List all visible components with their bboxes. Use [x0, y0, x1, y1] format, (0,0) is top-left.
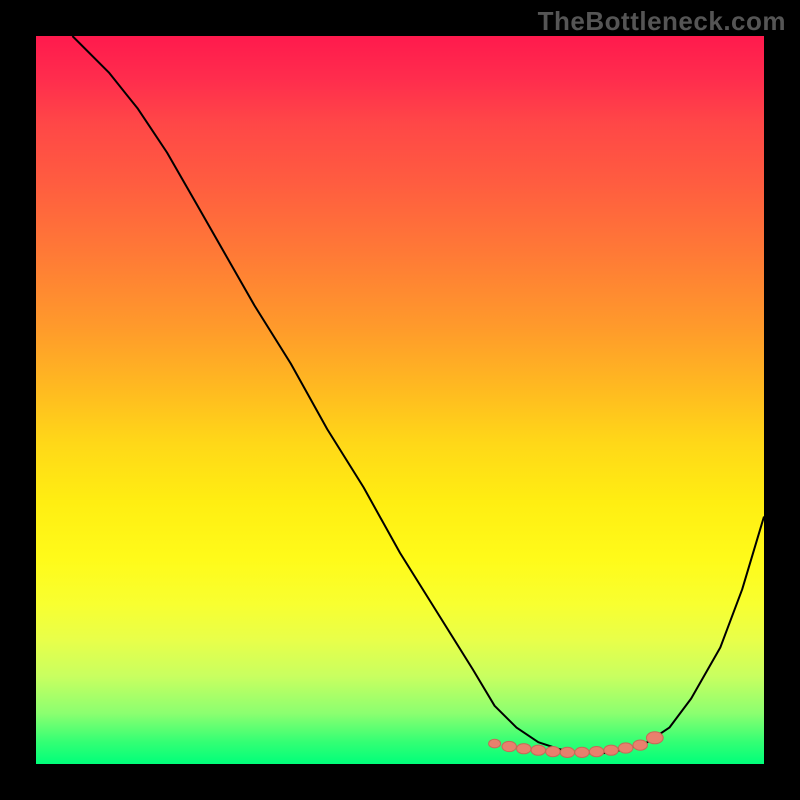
marker-dot — [619, 743, 633, 753]
optimal-range-markers — [489, 732, 664, 758]
marker-dot — [560, 747, 574, 757]
marker-dot — [646, 732, 663, 744]
marker-dot — [517, 744, 531, 754]
marker-dot — [489, 739, 501, 748]
marker-dot — [575, 747, 589, 757]
marker-dot — [633, 740, 647, 750]
chart-plot-area — [36, 36, 764, 764]
bottleneck-curve — [72, 36, 764, 753]
watermark-text: TheBottleneck.com — [538, 6, 786, 37]
marker-dot — [502, 741, 516, 751]
marker-dot — [531, 745, 545, 755]
marker-dot — [589, 747, 603, 757]
chart-svg — [36, 36, 764, 764]
marker-dot — [604, 745, 618, 755]
marker-dot — [546, 747, 560, 757]
